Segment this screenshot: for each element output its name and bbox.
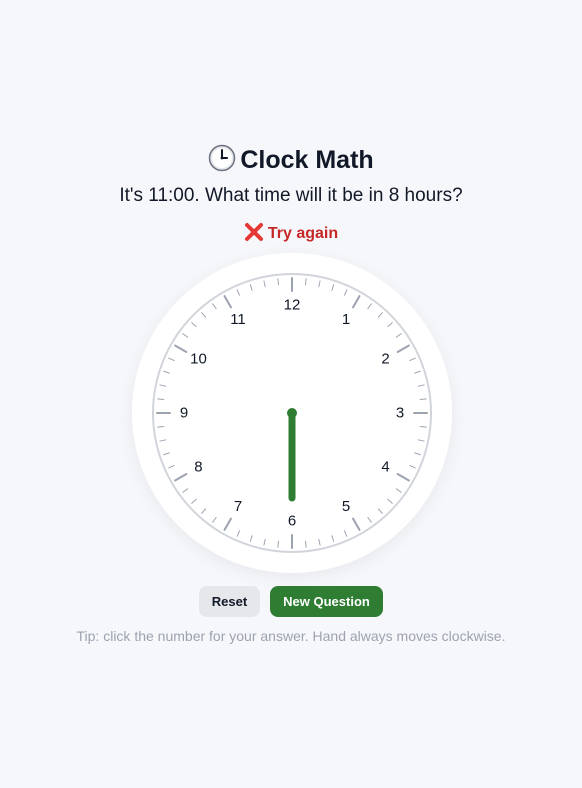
minute-tick [304, 278, 307, 286]
clock-number-5[interactable]: 5 [342, 498, 350, 515]
minute-tick [419, 425, 427, 428]
clock-math-page: Clock Math It's 11:00. What time will it… [0, 0, 582, 788]
question-text: It's 11:00. What time will it be in 8 ho… [119, 185, 463, 206]
button-row: Reset New Question [0, 586, 582, 617]
clock-face: 121234567891011 [132, 253, 452, 573]
new-question-button[interactable]: New Question [270, 586, 383, 617]
clock-number-12[interactable]: 12 [284, 297, 301, 314]
clock-number-1[interactable]: 1 [342, 311, 350, 328]
clock-number-9[interactable]: 9 [180, 405, 188, 422]
minute-tick [277, 278, 280, 286]
minute-tick [419, 398, 427, 401]
clock: 12 1 2 3 4 5 6 7 8 9 10 11 [132, 253, 452, 573]
feedback-message: Try again [0, 222, 582, 245]
page-title: Clock Math [0, 144, 582, 175]
clock-number-10[interactable]: 10 [190, 351, 207, 368]
title-text: Clock Math [240, 146, 374, 174]
cross-mark-icon [244, 223, 263, 241]
clock-number-2[interactable]: 2 [381, 351, 389, 368]
minute-tick [304, 540, 307, 548]
clock-number-3[interactable]: 3 [396, 405, 404, 422]
clock-icon [209, 144, 236, 172]
minute-tick [157, 398, 165, 401]
minute-tick [157, 425, 165, 428]
clock-hand-group [287, 408, 297, 502]
reset-button[interactable]: Reset [199, 586, 260, 617]
clock-number-7[interactable]: 7 [234, 498, 242, 515]
feedback-text: Try again [267, 225, 339, 242]
clock-number-4[interactable]: 4 [381, 459, 389, 476]
tip-text: Tip: click the number for your answer. H… [76, 628, 506, 644]
clock-number-8[interactable]: 8 [194, 459, 202, 476]
minute-tick [277, 540, 280, 548]
clock-number-6[interactable]: 6 [288, 513, 296, 530]
clock-number-11[interactable]: 11 [230, 311, 246, 328]
clock-pivot [287, 408, 297, 418]
